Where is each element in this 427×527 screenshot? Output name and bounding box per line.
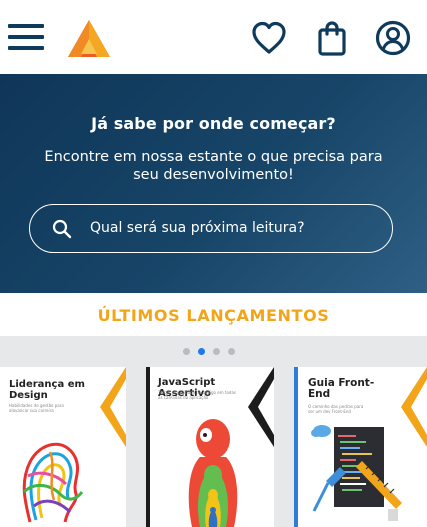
nesting-doll-illustration [188, 419, 238, 527]
shopping-bag-button[interactable] [312, 18, 352, 58]
book-spine-line [146, 367, 150, 527]
heart-icon [252, 21, 286, 54]
carousel-pagination [183, 348, 235, 356]
search-box[interactable] [29, 204, 393, 253]
search-icon[interactable] [52, 219, 72, 239]
menu-line [8, 46, 44, 50]
brand-logo[interactable] [67, 18, 111, 58]
book-card[interactable]: JavaScript Assertivo Testes e qualidade … [146, 367, 274, 527]
book-subtitle: O caminho das pedras para ser um dev Fro… [308, 404, 364, 414]
hamburger-menu-icon[interactable] [8, 24, 44, 50]
chevron-accent-icon [100, 367, 126, 447]
user-circle-icon [375, 20, 411, 56]
hero-banner: Já sabe por onde começar? Encontre em no… [0, 74, 427, 293]
book-title: Guia Front-End [308, 377, 375, 400]
top-header [0, 0, 427, 74]
carousel-dot-active[interactable] [198, 348, 205, 355]
menu-line [8, 35, 44, 39]
colorful-head-illustration [22, 442, 84, 523]
triangle-logo-icon [68, 20, 110, 57]
hero-subtitle: Encontre em nossa estante o que precisa … [44, 149, 383, 183]
carousel-dot[interactable] [228, 348, 235, 355]
releases-carousel[interactable]: Liderança em Design Habilidades de gestã… [0, 336, 427, 527]
carousel-dot[interactable] [183, 348, 190, 355]
account-button[interactable] [373, 18, 413, 58]
releases-title: ÚLTIMOS LANÇAMENTOS [97, 306, 330, 325]
code-screen-illustration [311, 425, 402, 521]
menu-line [8, 24, 44, 28]
carousel-dot[interactable] [213, 348, 220, 355]
chevron-accent-icon [248, 367, 274, 447]
book-title: Liderança em Design [9, 379, 85, 401]
search-input[interactable] [90, 205, 380, 251]
shopping-bag-icon [318, 21, 346, 56]
book-card[interactable]: Liderança em Design Habilidades de gestã… [0, 367, 126, 527]
book-card[interactable]: Guia Front-End O caminho das pedras para… [294, 367, 427, 527]
wishlist-button[interactable] [249, 18, 289, 58]
book-subtitle: Habilidades de gestão para alavancar sua… [9, 403, 64, 413]
book-spine-line [294, 367, 298, 527]
hero-title: Já sabe por onde começar? [91, 114, 336, 133]
book-subtitle: Testes e qualidade de código em todas as… [158, 390, 236, 400]
